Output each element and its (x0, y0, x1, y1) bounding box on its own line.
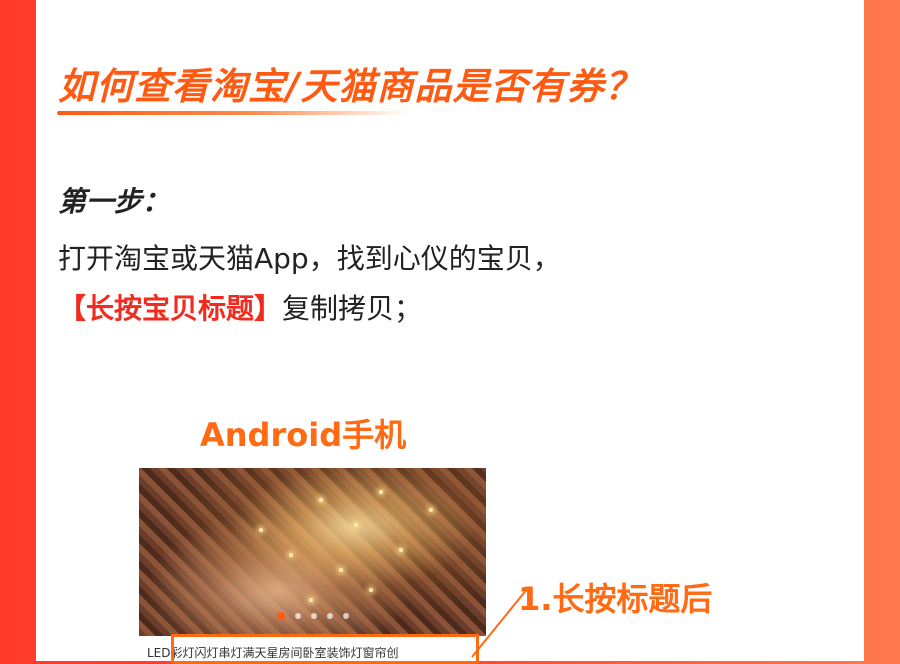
light-sparkle (369, 588, 373, 592)
carousel-dot[interactable] (310, 613, 317, 619)
callout-label: 1.长按标题后 (518, 580, 713, 618)
step-text-part2: 复制拷贝； (282, 292, 423, 325)
light-sparkle (259, 528, 263, 532)
phone-screenshot: LED彩灯闪灯串灯满天星房间卧室装饰灯窗帘创 (139, 468, 486, 661)
android-label: Android手机 (200, 416, 407, 454)
carousel-dot[interactable] (326, 613, 333, 619)
light-sparkle (354, 523, 358, 527)
title-highlight-box (171, 634, 479, 664)
carousel-indicator[interactable] (139, 612, 486, 620)
carousel-dot[interactable] (276, 612, 285, 620)
product-photo (139, 468, 486, 636)
light-sparkle (289, 553, 293, 557)
light-sparkle (379, 490, 383, 494)
light-sparkle (339, 568, 343, 572)
step-text-highlight: 【长按宝贝标题】 (58, 292, 283, 325)
carousel-dot[interactable] (294, 613, 301, 619)
light-sparkle (429, 508, 433, 512)
carousel-dot[interactable] (342, 613, 349, 619)
light-sparkle (309, 598, 313, 602)
step-label: 第一步： (58, 185, 171, 218)
light-sparkle (319, 498, 323, 502)
page-title: 如何查看淘宝/天猫商品是否有券？ (58, 65, 643, 108)
step-description: 打开淘宝或天猫App，找到心仪的宝贝， 【长按宝贝标题】复制拷贝； (58, 234, 768, 334)
title-underline (57, 111, 409, 115)
light-sparkle (399, 548, 403, 552)
step-text-part1: 打开淘宝或天猫App，找到心仪的宝贝， (58, 242, 561, 275)
